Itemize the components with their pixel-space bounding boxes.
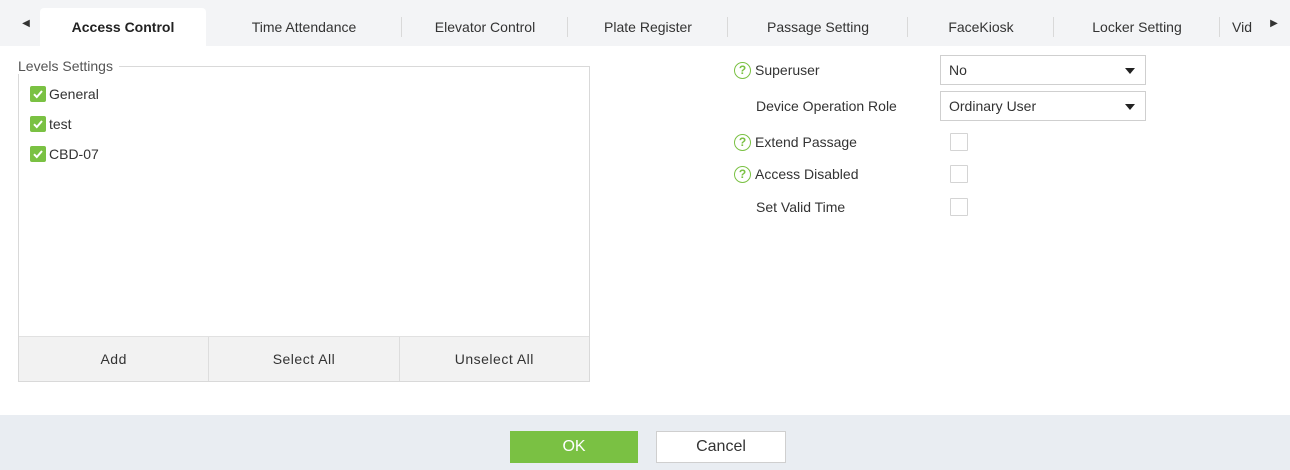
checked-checkbox-icon[interactable]	[30, 116, 46, 132]
levels-settings-panel	[18, 66, 590, 382]
tab-label: Access Control	[71, 19, 175, 35]
tab-scroll-left-icon[interactable]: ◀	[16, 0, 36, 46]
level-item-general[interactable]: General	[30, 84, 99, 104]
chevron-down-icon	[1125, 104, 1135, 110]
level-item-test[interactable]: test	[30, 114, 72, 134]
tab-label: Elevator Control	[434, 19, 536, 35]
tab-locker-setting[interactable]: Locker Setting	[1054, 8, 1220, 46]
ok-button[interactable]: OK	[510, 431, 638, 463]
tab-video[interactable]: Vid	[1220, 8, 1260, 46]
extend-passage-row: ? Extend Passage	[734, 128, 857, 156]
help-icon[interactable]: ?	[734, 61, 751, 79]
tab-facekiosk[interactable]: FaceKiosk	[908, 8, 1054, 46]
device-role-row: Device Operation Role	[756, 92, 897, 120]
unselect-all-button[interactable]: Unselect All	[400, 337, 589, 381]
levels-settings-title: Levels Settings	[18, 58, 119, 74]
help-icon[interactable]: ?	[734, 165, 751, 183]
valid-time-label: Set Valid Time	[756, 199, 846, 215]
add-button[interactable]: Add	[19, 337, 210, 381]
superuser-select[interactable]: No	[940, 55, 1146, 85]
tab-plate-register[interactable]: Plate Register	[568, 8, 728, 46]
select-all-button[interactable]: Select All	[209, 337, 400, 381]
checked-checkbox-icon[interactable]	[30, 86, 46, 102]
superuser-value: No	[949, 62, 967, 78]
level-label: CBD-07	[49, 146, 99, 162]
level-item-cbd-07[interactable]: CBD-07	[30, 144, 99, 164]
extend-passage-label: Extend Passage	[755, 134, 857, 150]
superuser-label: Superuser	[755, 62, 820, 78]
access-disabled-label: Access Disabled	[755, 166, 859, 182]
tab-label: Vid	[1232, 19, 1252, 35]
levels-footer: Add Select All Unselect All	[19, 336, 589, 381]
chevron-down-icon	[1125, 68, 1135, 74]
access-disabled-row: ? Access Disabled	[734, 160, 859, 188]
help-icon[interactable]: ?	[734, 133, 751, 151]
device-role-value: Ordinary User	[949, 98, 1037, 114]
access-disabled-checkbox[interactable]	[950, 165, 968, 183]
tab-elevator-control[interactable]: Elevator Control	[402, 8, 568, 46]
tab-label: Time Attendance	[251, 19, 357, 35]
tab-label: FaceKiosk	[948, 19, 1014, 35]
tab-passage-setting[interactable]: Passage Setting	[728, 8, 908, 46]
tab-time-attendance[interactable]: Time Attendance	[206, 8, 402, 46]
cancel-button[interactable]: Cancel	[656, 431, 786, 463]
dialog-footer: OK Cancel	[0, 415, 1290, 470]
valid-time-checkbox[interactable]	[950, 198, 968, 216]
tab-bar: ◀ Access Control Time Attendance Elevato…	[0, 0, 1290, 46]
tab-access-control[interactable]: Access Control	[40, 8, 206, 46]
extend-passage-checkbox[interactable]	[950, 133, 968, 151]
tab-label: Locker Setting	[1092, 19, 1182, 35]
valid-time-row: Set Valid Time	[756, 193, 845, 221]
tab-label: Passage Setting	[767, 19, 869, 35]
device-role-select[interactable]: Ordinary User	[940, 91, 1146, 121]
superuser-row: ? Superuser	[734, 56, 820, 84]
device-role-label: Device Operation Role	[756, 98, 897, 114]
tab-scroll-right-icon[interactable]: ▶	[1264, 0, 1284, 46]
tab-label: Plate Register	[604, 19, 692, 35]
level-label: General	[49, 86, 99, 102]
checked-checkbox-icon[interactable]	[30, 146, 46, 162]
level-label: test	[49, 116, 72, 132]
tab-list: Access Control Time Attendance Elevator …	[40, 8, 1260, 46]
